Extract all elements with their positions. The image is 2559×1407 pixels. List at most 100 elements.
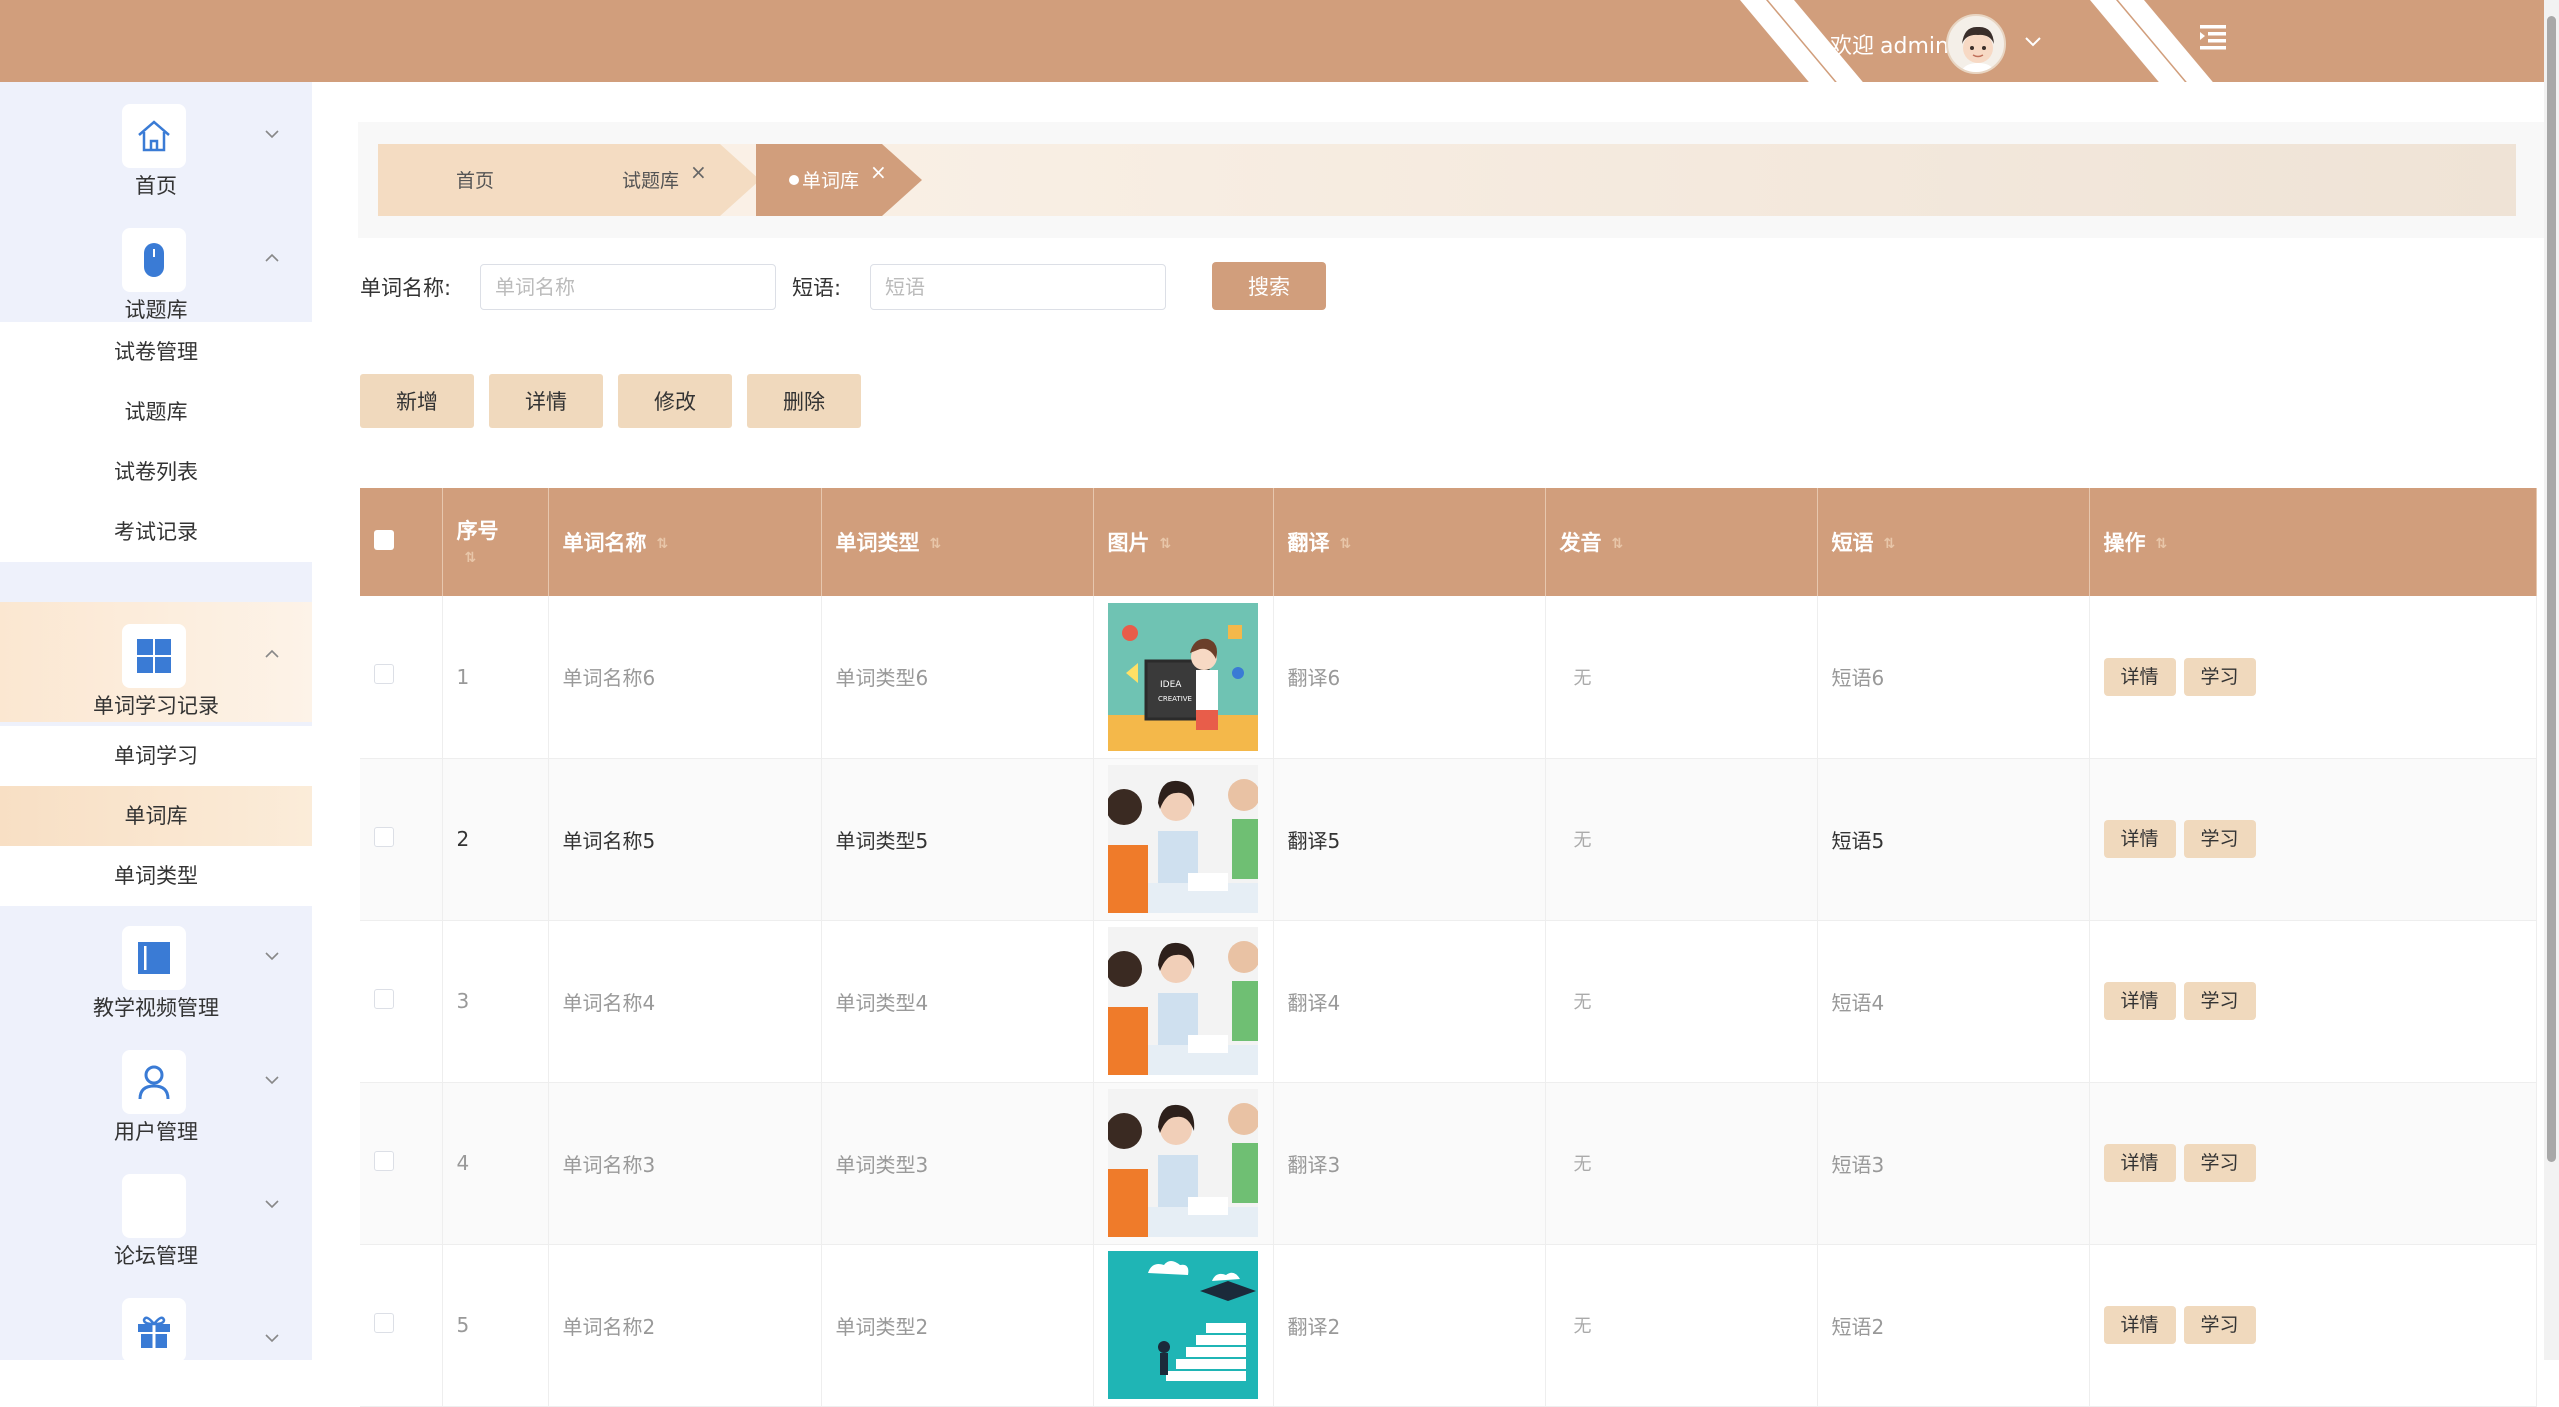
- add-button[interactable]: 新增: [360, 374, 474, 428]
- sort-icon[interactable]: ⇅: [1340, 536, 1352, 552]
- select-all-checkbox[interactable]: [374, 529, 394, 550]
- pronunciation-value: 无: [1573, 1154, 1592, 1175]
- row-detail-button[interactable]: 详情: [2103, 1144, 2176, 1182]
- word-name-label: 单词名称:: [360, 276, 452, 300]
- row-detail-button[interactable]: 详情: [2103, 820, 2176, 858]
- row-checkbox[interactable]: [374, 664, 394, 685]
- sidebar-subitem-exam-management[interactable]: 试卷管理: [0, 322, 312, 382]
- row-checkbox[interactable]: [374, 826, 394, 847]
- row-study-button[interactable]: 学习: [2183, 1144, 2256, 1182]
- column-header-label: 短语: [1831, 531, 1874, 555]
- mouse-icon: [122, 228, 186, 292]
- column-header-translation[interactable]: 翻译 ⇅: [1273, 488, 1546, 596]
- sort-icon[interactable]: ⇅: [930, 536, 942, 552]
- row-detail-button[interactable]: 详情: [2103, 982, 2176, 1020]
- row-detail-button[interactable]: 详情: [2103, 1306, 2176, 1344]
- row-checkbox[interactable]: [374, 1150, 394, 1171]
- chevron-down-icon: [265, 130, 279, 139]
- sidebar-subitem-exam-list[interactable]: 试卷列表: [0, 442, 312, 502]
- cell-word-name: 单词名称2: [548, 1244, 822, 1407]
- select-all-cell[interactable]: [360, 488, 443, 596]
- sidebar-subitem-word-type[interactable]: 单词类型: [0, 846, 312, 906]
- sidebar-subitem-question-bank[interactable]: 试题库: [0, 382, 312, 442]
- sidebar-item-home[interactable]: 首页: [0, 82, 312, 202]
- column-header-image[interactable]: 图片 ⇅: [1093, 488, 1274, 596]
- sidebar-subitem-exam-records[interactable]: 考试记录: [0, 502, 312, 562]
- sort-icon[interactable]: ⇅: [1160, 536, 1172, 552]
- chevron-down-icon: [265, 1334, 279, 1343]
- cell-pronunciation: 无: [1545, 1244, 1818, 1407]
- cell-actions: 详情 学习: [2089, 1082, 2537, 1245]
- column-header-index[interactable]: 序号 ⇅: [442, 488, 549, 596]
- pronunciation-value: 无: [1573, 667, 1592, 689]
- sort-icon[interactable]: ⇅: [1884, 536, 1896, 552]
- forum-icon: [122, 1174, 186, 1238]
- sort-icon[interactable]: ⇅: [1612, 536, 1624, 552]
- cell-phrase: 短语4: [1817, 920, 2090, 1083]
- gift-icon: [122, 1298, 186, 1362]
- sidebar-item-question-bank[interactable]: 试题库: [0, 206, 312, 326]
- cell-pronunciation: 无: [1545, 1082, 1818, 1245]
- column-header-pronunciation[interactable]: 发音 ⇅: [1545, 488, 1818, 596]
- tutoring-image[interactable]: [1107, 1089, 1258, 1237]
- sort-icon[interactable]: ⇅: [465, 550, 477, 566]
- sidebar: 首页 试题库 试卷管理 试题库 试卷列表 考试记录 单词学习记录 单词学习 单词…: [0, 82, 312, 1362]
- tutoring-image[interactable]: [1107, 765, 1258, 913]
- search-button[interactable]: 搜索: [1212, 262, 1326, 310]
- sidebar-subitem-word-library[interactable]: 单词库: [0, 786, 312, 846]
- tab-question-bank[interactable]: 试题库 ×: [550, 144, 760, 216]
- row-detail-button[interactable]: 详情: [2103, 657, 2176, 696]
- sidebar-item-label: 论坛管理: [114, 1244, 198, 1268]
- sidebar-item-word-study-records[interactable]: 单词学习记录: [0, 602, 312, 722]
- cell-image: [1093, 920, 1274, 1083]
- row-study-button[interactable]: 学习: [2183, 1306, 2256, 1344]
- sidebar-item-video-management[interactable]: 教学视频管理: [0, 904, 312, 1024]
- word-table: 序号 ⇅ 单词名称 ⇅ 单词类型 ⇅ 图片 ⇅ 翻译 ⇅ 发音 ⇅ 短语 ⇅ 操作 ⇅ 1 单词…: [360, 488, 2537, 1407]
- detail-button[interactable]: 详情: [489, 374, 603, 428]
- column-header-actions[interactable]: 操作 ⇅: [2089, 488, 2537, 596]
- cell-word-name: 单词名称6: [548, 596, 822, 759]
- row-checkbox-cell[interactable]: [360, 1082, 443, 1245]
- close-icon[interactable]: ×: [870, 160, 887, 184]
- row-checkbox[interactable]: [374, 1312, 394, 1333]
- chevron-down-icon[interactable]: [2020, 28, 2046, 54]
- word-name-input[interactable]: [480, 264, 776, 310]
- cell-translation: 翻译6: [1273, 596, 1546, 759]
- cell-translation: 翻译3: [1273, 1082, 1546, 1245]
- phrase-input[interactable]: [870, 264, 1166, 310]
- sidebar-item-user-management[interactable]: 用户管理: [0, 1028, 312, 1148]
- delete-button[interactable]: 删除: [747, 374, 861, 428]
- page-scrollbar[interactable]: [2544, 0, 2559, 1360]
- tutoring-image[interactable]: [1107, 927, 1258, 1075]
- table-row: 2 单词名称5 单词类型5 翻译5 无 短语5 详情 学习: [360, 758, 2537, 921]
- column-header-word-type[interactable]: 单词类型 ⇅: [821, 488, 1094, 596]
- sidebar-item-forum-management[interactable]: 论坛管理: [0, 1152, 312, 1272]
- close-icon[interactable]: ×: [690, 160, 707, 184]
- row-checkbox-cell[interactable]: [360, 1244, 443, 1407]
- row-study-button[interactable]: 学习: [2183, 657, 2256, 696]
- edit-button[interactable]: 修改: [618, 374, 732, 428]
- chevron-up-icon: [265, 253, 279, 262]
- row-study-button[interactable]: 学习: [2183, 982, 2256, 1020]
- row-checkbox-cell[interactable]: [360, 596, 443, 759]
- table-row: 4 单词名称3 单词类型3 翻译3 无 短语3 详情 学习: [360, 1082, 2537, 1245]
- scrollbar-thumb[interactable]: [2547, 16, 2556, 1162]
- svg-text:IDEA: IDEA: [1160, 680, 1182, 690]
- sort-icon[interactable]: ⇅: [657, 536, 669, 552]
- teacher-board-image[interactable]: IDEA CREATIVE: [1107, 602, 1258, 751]
- row-checkbox-cell[interactable]: [360, 758, 443, 921]
- avatar[interactable]: [1946, 14, 2006, 74]
- column-header-word-name[interactable]: 单词名称 ⇅: [548, 488, 822, 596]
- column-header-phrase[interactable]: 短语 ⇅: [1817, 488, 2090, 596]
- sort-icon[interactable]: ⇅: [2156, 536, 2168, 552]
- menu-toggle-icon[interactable]: [2196, 22, 2230, 52]
- tab-word-library[interactable]: 单词库 ×: [756, 144, 922, 216]
- row-checkbox-cell[interactable]: [360, 920, 443, 1083]
- graduation-stairs-image[interactable]: [1107, 1251, 1258, 1399]
- row-checkbox[interactable]: [374, 988, 394, 1009]
- sidebar-item-gift[interactable]: [0, 1276, 312, 1396]
- username[interactable]: admin: [1880, 34, 1949, 59]
- cell-phrase: 短语5: [1817, 758, 2090, 921]
- sidebar-subitem-word-study[interactable]: 单词学习: [0, 726, 312, 786]
- row-study-button[interactable]: 学习: [2183, 820, 2256, 858]
